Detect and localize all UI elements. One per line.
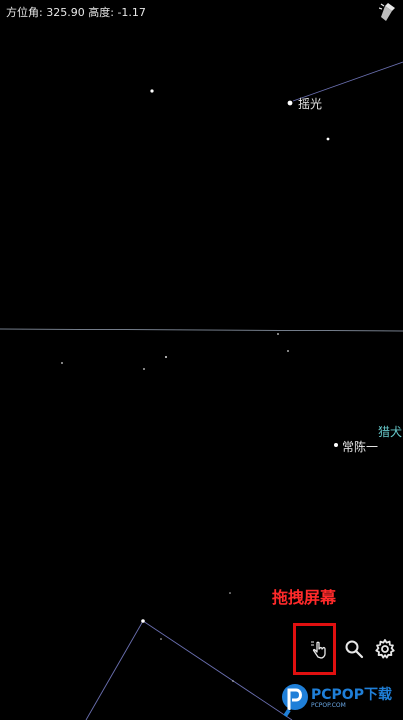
watermark-brand: PCPOP下载 [311, 687, 392, 703]
drag-hint-text: 拖拽屏幕 [272, 588, 337, 607]
star[interactable] [326, 137, 330, 141]
hand-drag-icon[interactable] [308, 638, 330, 660]
star-label-yaoguang: 摇光 [298, 97, 323, 111]
star-changchenyi[interactable] [334, 443, 338, 447]
constellation-label-liequan: 猎犬 [378, 425, 403, 439]
watermark-sub: PCPOP.COM [311, 702, 346, 709]
star[interactable] [277, 333, 279, 335]
pcpop-watermark: PCPOP下载 PCPOP.COM [281, 682, 403, 720]
position-readout: 方位角: 325.90 高度: -1.17 [6, 4, 146, 20]
star[interactable] [287, 350, 289, 352]
search-icon[interactable] [343, 638, 365, 660]
constellation-line [85, 620, 144, 720]
star-yaoguang[interactable] [287, 100, 293, 106]
star[interactable] [141, 619, 145, 623]
flashlight-icon[interactable] [378, 2, 397, 22]
altitude-value: -1.17 [117, 6, 146, 19]
star[interactable] [165, 356, 167, 358]
azimuth-label: 方位角: [6, 6, 43, 19]
star[interactable] [150, 89, 154, 93]
star[interactable] [143, 368, 145, 370]
horizon-line [0, 328, 403, 332]
star[interactable] [232, 680, 234, 682]
star[interactable] [61, 362, 63, 364]
altitude-label: 高度: [88, 6, 114, 19]
sky-view[interactable] [0, 0, 403, 720]
gear-icon[interactable] [374, 638, 396, 660]
azimuth-value: 325.90 [46, 6, 85, 19]
star[interactable] [229, 592, 231, 594]
star[interactable] [160, 638, 162, 640]
constellation-line [142, 620, 293, 720]
star-label-changchenyi: 常陈一 [342, 440, 379, 454]
